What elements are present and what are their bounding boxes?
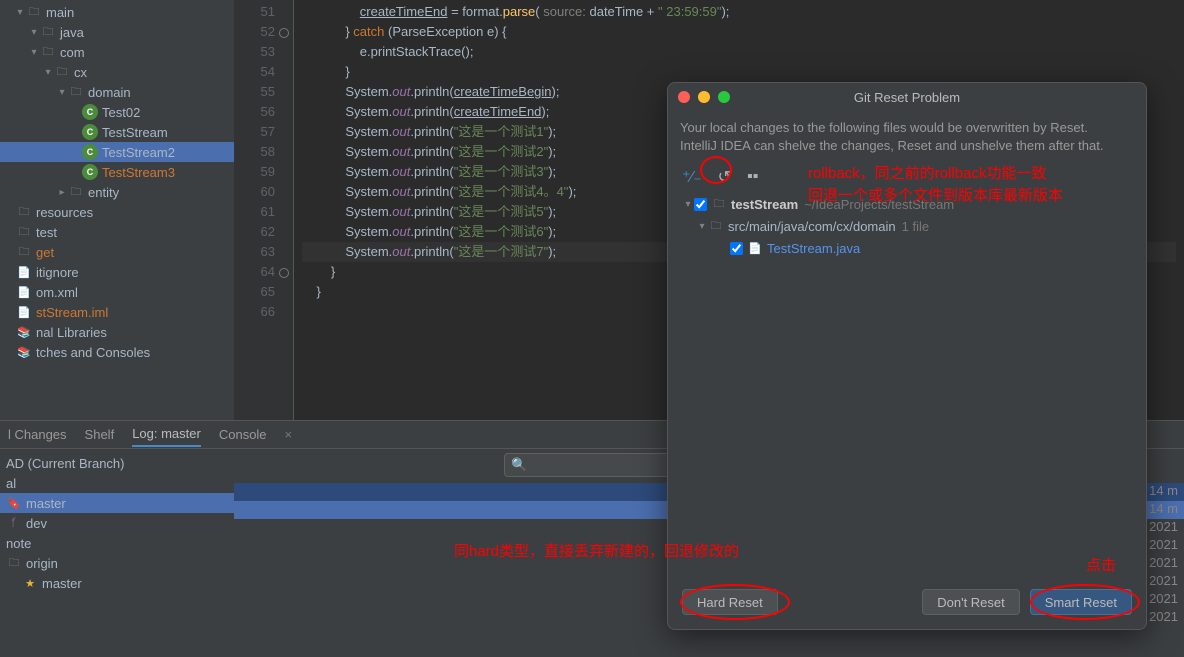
- file-icon: 📄: [16, 284, 32, 300]
- diff-icon[interactable]: ⁺⁄₋: [682, 167, 702, 187]
- package-icon: 🗀: [54, 64, 70, 80]
- tree-item-teststream2[interactable]: CTestStream2: [0, 142, 234, 162]
- tree-item-om.xml[interactable]: 📄om.xml: [0, 282, 234, 302]
- java-file-icon: 📄: [747, 240, 763, 256]
- class-icon: C: [82, 164, 98, 180]
- file-icon: 📄: [16, 304, 32, 320]
- root-checkbox[interactable]: [694, 198, 707, 211]
- branch-local[interactable]: al: [0, 473, 234, 493]
- dont-reset-button[interactable]: Don't Reset: [922, 589, 1020, 615]
- folder-icon: 🗀: [711, 196, 727, 212]
- tree-root[interactable]: ▾ 🗀 testStream ~/IdeaProjects/testStream: [678, 193, 1136, 215]
- tree-item-domain[interactable]: ▾🗀domain: [0, 82, 234, 102]
- folder-icon: 🗀: [40, 24, 56, 40]
- close-icon[interactable]: ×: [285, 427, 293, 442]
- folder-icon: 🗀: [16, 224, 32, 240]
- minimize-icon[interactable]: [698, 91, 710, 103]
- package-icon: 🗀: [40, 44, 56, 60]
- folder-icon: 🗀: [26, 4, 42, 20]
- tree-item-resources[interactable]: 🗀resources: [0, 202, 234, 222]
- tree-item-java[interactable]: ▾🗀java: [0, 22, 234, 42]
- tree-item-main[interactable]: ▾🗀main: [0, 2, 234, 22]
- rollback-icon[interactable]: ↺: [718, 167, 731, 187]
- branch-icon: ᚶ: [6, 515, 22, 531]
- tree-item-test[interactable]: 🗀test: [0, 222, 234, 242]
- hard-reset-button[interactable]: Hard Reset: [682, 589, 778, 615]
- tab-shelf[interactable]: Shelf: [85, 423, 115, 446]
- bookmark-icon: 🔖: [6, 495, 22, 511]
- branch-list: AD (Current Branch) al 🔖master ᚶdev note…: [0, 449, 234, 657]
- smart-reset-button[interactable]: Smart Reset: [1030, 589, 1132, 615]
- tree-item-get[interactable]: 🗀get: [0, 242, 234, 262]
- class-icon: C: [82, 104, 98, 120]
- tab-local-changes[interactable]: l Changes: [8, 423, 67, 446]
- group-icon[interactable]: ▪▪: [747, 168, 758, 186]
- star-icon: ★: [22, 575, 38, 591]
- folder-icon: 🗀: [16, 204, 32, 220]
- folder-icon: 🗀: [16, 244, 32, 260]
- tree-folder[interactable]: ▾ 🗀 src/main/java/com/cx/domain 1 file: [678, 215, 1136, 237]
- tree-item-itignore[interactable]: 📄itignore: [0, 262, 234, 282]
- maximize-icon[interactable]: [718, 91, 730, 103]
- tab-console[interactable]: Console: [219, 423, 267, 446]
- dialog-title: Git Reset Problem: [854, 90, 960, 105]
- tree-item-ststream.iml[interactable]: 📄stStream.iml: [0, 302, 234, 322]
- file-checkbox[interactable]: [730, 242, 743, 255]
- lib-icon: 📚: [16, 344, 32, 360]
- tree-item-teststream3[interactable]: CTestStream3: [0, 162, 234, 182]
- tree-item-test02[interactable]: CTest02: [0, 102, 234, 122]
- search-icon: 🔍: [511, 457, 527, 473]
- package-icon: 🗀: [68, 184, 84, 200]
- tree-item-nal libraries[interactable]: 📚nal Libraries: [0, 322, 234, 342]
- file-icon: 📄: [16, 264, 32, 280]
- package-icon: 🗀: [68, 84, 84, 100]
- close-icon[interactable]: [678, 91, 690, 103]
- tree-item-teststream[interactable]: CTestStream: [0, 122, 234, 142]
- branch-remote[interactable]: note: [0, 533, 234, 553]
- class-icon: C: [82, 124, 98, 140]
- git-reset-dialog: Git Reset Problem Your local changes to …: [667, 82, 1147, 630]
- project-tree: ▾🗀main▾🗀java▾🗀com▾🗀cx▾🗀domainCTest02CTes…: [0, 0, 234, 420]
- branch-head[interactable]: AD (Current Branch): [0, 453, 234, 473]
- class-icon: C: [82, 144, 98, 160]
- tree-item-tches and consoles[interactable]: 📚tches and Consoles: [0, 342, 234, 362]
- folder-icon: 🗀: [708, 218, 724, 234]
- branch-dev[interactable]: ᚶdev: [0, 513, 234, 533]
- lib-icon: 📚: [16, 324, 32, 340]
- dialog-message: Your local changes to the following file…: [668, 111, 1146, 163]
- branch-origin-master[interactable]: ★master: [0, 573, 234, 593]
- dialog-file-tree: ▾ 🗀 testStream ~/IdeaProjects/testStream…: [668, 191, 1146, 575]
- tree-item-cx[interactable]: ▾🗀cx: [0, 62, 234, 82]
- branch-origin[interactable]: 🗀origin: [0, 553, 234, 573]
- tree-file[interactable]: 📄 TestStream.java: [678, 237, 1136, 259]
- tree-item-entity[interactable]: ▸🗀entity: [0, 182, 234, 202]
- branch-master[interactable]: 🔖master: [0, 493, 234, 513]
- folder-icon: 🗀: [6, 555, 22, 571]
- tab-log[interactable]: Log: master: [132, 422, 201, 447]
- tree-item-com[interactable]: ▾🗀com: [0, 42, 234, 62]
